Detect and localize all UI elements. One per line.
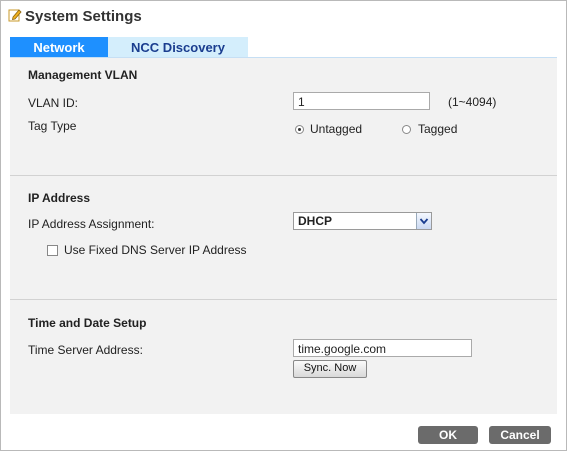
ip-assignment-select[interactable]: DHCP <box>293 212 432 230</box>
sync-now-button[interactable]: Sync. Now <box>293 360 367 378</box>
tagged-radio[interactable] <box>402 125 411 134</box>
time-date-heading: Time and Date Setup <box>28 316 147 330</box>
tab-ncc-discovery[interactable]: NCC Discovery <box>108 37 248 57</box>
tagged-label: Tagged <box>418 122 458 136</box>
untagged-label: Untagged <box>310 122 363 136</box>
title-bar: System Settings <box>1 1 566 31</box>
dialog-title: System Settings <box>25 8 142 25</box>
vlan-range-hint: (1~4094) <box>448 95 497 109</box>
untagged-radio[interactable] <box>295 125 304 134</box>
ip-assignment-label: IP Address Assignment: <box>28 217 155 231</box>
time-server-label: Time Server Address: <box>28 343 143 357</box>
fixed-dns-checkbox[interactable] <box>47 245 58 256</box>
cancel-button[interactable]: Cancel <box>489 426 551 444</box>
vlan-id-input[interactable]: 1 <box>293 92 430 110</box>
section-divider <box>10 175 557 176</box>
management-vlan-heading: Management VLAN <box>28 68 138 82</box>
ip-assignment-value: DHCP <box>298 214 333 228</box>
section-divider <box>10 299 557 300</box>
vlan-id-label: VLAN ID: <box>28 96 79 110</box>
fixed-dns-label: Use Fixed DNS Server IP Address <box>64 243 247 257</box>
ip-address-heading: IP Address <box>28 191 91 205</box>
network-panel: Management VLAN VLAN ID: 1 (1~4094) Tag … <box>10 58 557 414</box>
dialog-footer: OK Cancel <box>1 415 566 450</box>
system-settings-dialog: System Settings Network NCC Discovery Ma… <box>0 0 567 451</box>
edit-icon <box>8 8 22 22</box>
tab-network[interactable]: Network <box>10 37 108 57</box>
time-server-input[interactable]: time.google.com <box>293 339 472 357</box>
ok-button[interactable]: OK <box>418 426 478 444</box>
tag-type-label: Tag Type <box>28 119 77 133</box>
chevron-down-icon[interactable] <box>416 213 431 229</box>
